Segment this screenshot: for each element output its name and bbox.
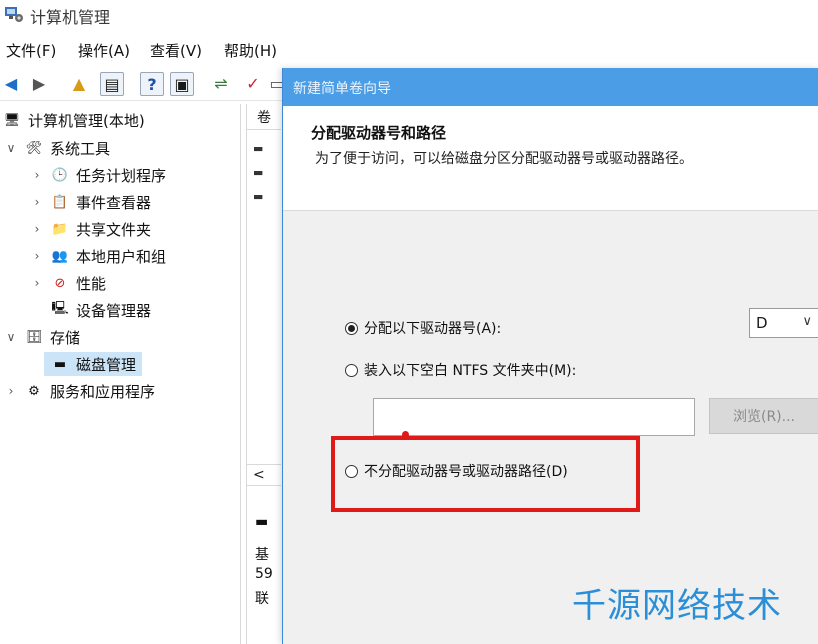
tree-disk-management-label: 磁盘管理 xyxy=(76,355,137,374)
services-icon: ⚙ xyxy=(28,383,40,399)
tree-performance[interactable]: › ⊘ 性能 xyxy=(30,271,106,295)
chevron-right-icon[interactable]: › xyxy=(30,249,44,263)
back-arrow-icon[interactable]: ◀ xyxy=(0,72,22,94)
check-icon[interactable]: ✓ xyxy=(242,72,264,94)
tree-performance-label: 性能 xyxy=(76,274,107,293)
console-tree-icon[interactable]: ▤ xyxy=(100,72,124,96)
dialog-subheading: 为了便于访问，可以给磁盘分区分配驱动器号或驱动器路径。 xyxy=(315,151,693,167)
tree-system-tools-label: 系统工具 xyxy=(50,139,111,158)
volume-row[interactable]: ▬ xyxy=(253,142,273,155)
tree-root-label: 计算机管理(本地) xyxy=(28,111,145,130)
computer-icon: 🖥 xyxy=(3,112,21,128)
menu-file[interactable]: 文件(F) xyxy=(6,40,56,61)
menu-help[interactable]: 帮助(H) xyxy=(224,40,277,61)
disk-status-label: 联 xyxy=(255,591,269,607)
dialog-heading: 分配驱动器号和路径 xyxy=(311,124,447,142)
scroll-left-arrow[interactable]: < xyxy=(253,467,265,483)
up-folder-icon[interactable]: ▲ xyxy=(68,72,90,94)
drive-letter-value: D xyxy=(756,314,768,332)
connect-icon[interactable]: ⇌ xyxy=(210,72,232,94)
radio-button-selected[interactable] xyxy=(345,321,358,335)
tree-event-viewer[interactable]: › 📋 事件查看器 xyxy=(30,190,151,214)
device-manager-icon: 🖳 xyxy=(51,301,69,316)
title-bar: 计算机管理 xyxy=(0,0,818,30)
tools-icon: 🛠 xyxy=(25,140,43,156)
tree-storage-label: 存储 xyxy=(50,328,81,347)
disk-type-label: 基 xyxy=(255,547,269,563)
tree-task-scheduler[interactable]: › 🕒 任务计划程序 xyxy=(30,163,166,187)
window-title: 计算机管理 xyxy=(30,8,111,27)
volume-row[interactable]: ▬ xyxy=(253,190,273,203)
new-simple-volume-wizard: 新建简单卷向导 分配驱动器号和路径 为了便于访问，可以给磁盘分区分配驱动器号或驱… xyxy=(282,68,818,644)
dialog-header: 分配驱动器号和路径 为了便于访问，可以给磁盘分区分配驱动器号或驱动器路径。 xyxy=(283,106,818,211)
event-viewer-icon: 📋 xyxy=(51,194,69,210)
tree-services-apps[interactable]: › ⚙ 服务和应用程序 xyxy=(4,379,155,403)
chevron-right-icon[interactable]: › xyxy=(30,168,44,182)
clock-icon: 🕒 xyxy=(51,167,69,183)
users-icon: 👥 xyxy=(51,248,69,264)
tree-device-manager-label: 设备管理器 xyxy=(76,301,152,320)
horizontal-scrollbar[interactable]: < xyxy=(247,464,281,486)
performance-icon: ⊘ xyxy=(54,275,66,291)
tree-device-manager[interactable]: 🖳 设备管理器 xyxy=(44,298,151,322)
red-marker-dot xyxy=(402,431,409,438)
tree-task-scheduler-label: 任务计划程序 xyxy=(76,166,167,185)
menu-view[interactable]: 查看(V) xyxy=(150,40,202,61)
browse-button[interactable]: 浏览(R)... xyxy=(709,398,818,434)
forward-arrow-icon[interactable]: ▶ xyxy=(28,72,50,94)
tree-storage[interactable]: ∨ 🗄 存储 xyxy=(4,325,80,349)
tree-shared-folders-label: 共享文件夹 xyxy=(76,220,152,239)
console-tree: 🖥 计算机管理(本地) ∨ 🛠 系统工具 › 🕒 任务计划程序 › 📋 事件查看… xyxy=(0,104,241,644)
disk-management-icon: ▬ xyxy=(53,356,67,372)
menu-bar: 文件(F) 操作(A) 查看(V) 帮助(H) xyxy=(0,36,818,62)
radio-mount-folder[interactable]: 装入以下空白 NTFS 文件夹中(M): xyxy=(345,360,576,380)
chevron-right-icon[interactable]: › xyxy=(4,384,18,398)
tree-system-tools[interactable]: ∨ 🛠 系统工具 xyxy=(4,136,110,160)
tree-local-users[interactable]: › 👥 本地用户和组 xyxy=(30,244,166,268)
storage-icon: 🗄 xyxy=(25,329,43,345)
dialog-title: 新建简单卷向导 xyxy=(293,81,391,97)
folder-path-input[interactable] xyxy=(373,398,695,436)
dialog-title-bar: 新建简单卷向导 xyxy=(283,68,818,106)
tree-services-apps-label: 服务和应用程序 xyxy=(50,382,156,401)
computer-management-icon xyxy=(5,7,23,22)
radio-assign-drive-letter[interactable]: 分配以下驱动器号(A): xyxy=(345,318,501,338)
help-icon[interactable]: ? xyxy=(140,72,164,96)
volume-list-pane: 卷 ▬ ▬ ▬ < ▬ 基 59 联 xyxy=(246,104,281,644)
menu-action[interactable]: 操作(A) xyxy=(78,40,130,61)
toolbar: ◀ ▶ ▲ ▤ ? ▣ ⇌ ✓ ▭ xyxy=(0,66,290,101)
drive-letter-select[interactable]: D ∨ xyxy=(749,308,818,338)
radio-button[interactable] xyxy=(345,363,358,377)
red-highlight-box xyxy=(331,436,640,512)
tree-root[interactable]: 🖥 计算机管理(本地) xyxy=(0,108,145,132)
disk-size-label: 59 xyxy=(255,566,273,582)
shared-folder-icon: 📁 xyxy=(51,221,69,237)
chevron-down-icon[interactable]: ∨ xyxy=(802,314,812,329)
chevron-right-icon[interactable]: › xyxy=(30,222,44,236)
chevron-down-icon[interactable]: ∨ xyxy=(4,141,18,155)
tree-disk-management[interactable]: ▬ 磁盘管理 xyxy=(44,352,143,376)
watermark-text: 千源网络技术 xyxy=(572,586,782,626)
chevron-right-icon[interactable]: › xyxy=(30,195,44,209)
chevron-down-icon[interactable]: ∨ xyxy=(4,330,18,344)
chevron-right-icon[interactable]: › xyxy=(30,276,44,290)
properties-icon[interactable]: ▣ xyxy=(170,72,194,96)
disk-icon: ▬ xyxy=(255,514,269,530)
radio-assign-label: 分配以下驱动器号(A): xyxy=(364,321,502,337)
tree-shared-folders[interactable]: › 📁 共享文件夹 xyxy=(30,217,151,241)
volume-row[interactable]: ▬ xyxy=(253,166,273,179)
tree-event-viewer-label: 事件查看器 xyxy=(76,193,152,212)
tree-local-users-label: 本地用户和组 xyxy=(76,247,167,266)
volume-column-header[interactable]: 卷 xyxy=(247,106,281,130)
radio-mount-label: 装入以下空白 NTFS 文件夹中(M): xyxy=(364,363,577,379)
